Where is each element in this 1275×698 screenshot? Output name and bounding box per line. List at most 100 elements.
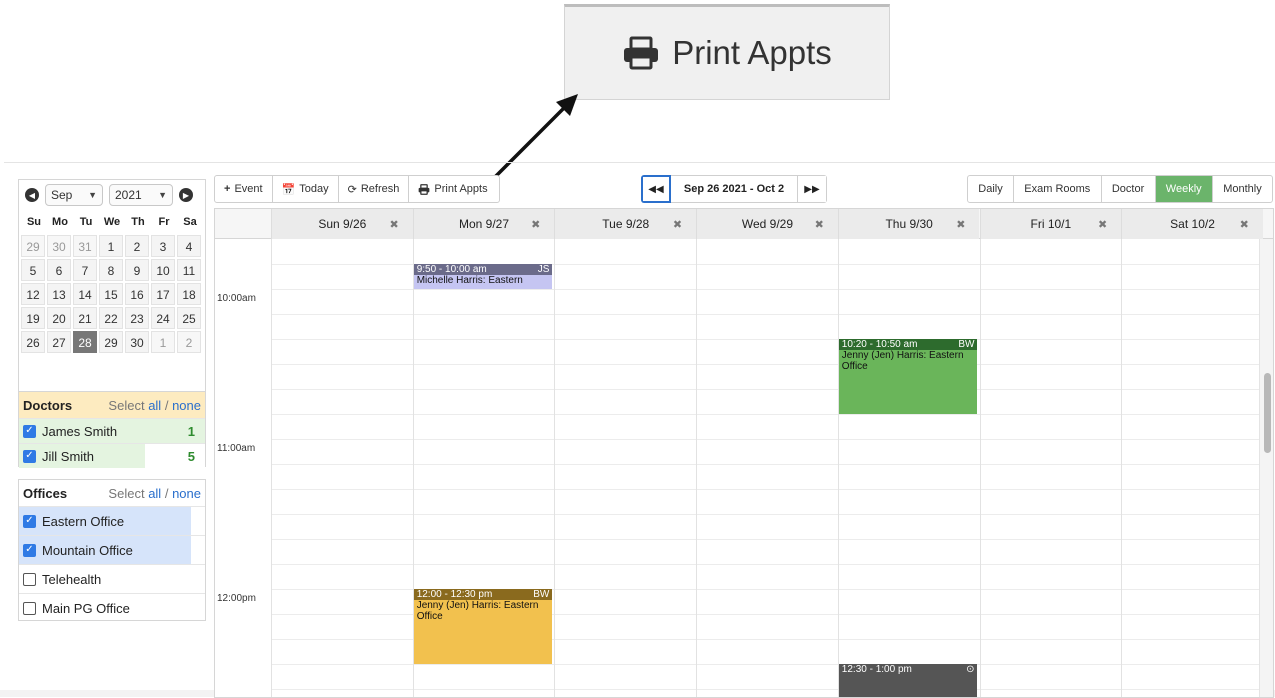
calendar-day[interactable]: 24 xyxy=(151,307,175,329)
calendar-day[interactable]: 27 xyxy=(47,331,71,353)
day-label: Mon 9/27 xyxy=(459,217,510,231)
select-none-link[interactable]: none xyxy=(172,486,201,501)
calendar-day[interactable]: 20 xyxy=(47,307,71,329)
appointment-event[interactable]: 12:00 - 12:30 pm BW Jenny (Jen) Harris: Ea… xyxy=(413,589,553,664)
calendar-day[interactable]: 7 xyxy=(73,259,97,281)
checkbox[interactable] xyxy=(23,572,36,586)
calendar-day[interactable]: 9 xyxy=(125,259,149,281)
checkbox[interactable]: ✓ xyxy=(23,514,36,528)
column-divider xyxy=(1121,239,1123,697)
calendar-day[interactable]: 1 xyxy=(151,331,175,353)
select-all-link[interactable]: all xyxy=(148,398,161,413)
select-all-link[interactable]: all xyxy=(148,486,161,501)
calendar-day[interactable]: 11 xyxy=(177,259,201,281)
day-label: Fri 10/1 xyxy=(1030,217,1072,231)
print-appts-button[interactable]: Print Appts xyxy=(409,176,496,202)
view-tab-doctor[interactable]: Doctor xyxy=(1102,176,1156,202)
appointment-event[interactable]: 9:50 - 10:00 am JS Michelle Harris: Easter… xyxy=(413,264,553,289)
mini-calendar-header: ◀ Sep ▼ 2021 ▼ ▶ xyxy=(19,180,205,210)
calendar-day[interactable]: 23 xyxy=(125,307,149,329)
office-row[interactable]: Main PG Office xyxy=(19,593,205,622)
calendar-day[interactable]: 15 xyxy=(99,283,123,305)
calendar-day[interactable]: 12 xyxy=(21,283,45,305)
calendar-day[interactable]: 17 xyxy=(151,283,175,305)
weekday-label: Th xyxy=(131,216,145,228)
day-column-header[interactable]: Wed 9/29 ✖ xyxy=(696,209,838,239)
close-icon[interactable]: ✖ xyxy=(673,218,682,231)
view-tab-monthly[interactable]: Monthly xyxy=(1213,176,1272,202)
calendar-day[interactable]: 18 xyxy=(177,283,201,305)
calendar-day[interactable]: 19 xyxy=(21,307,45,329)
checkbox[interactable]: ✓ xyxy=(23,424,36,438)
calendar-day[interactable]: 30 xyxy=(125,331,149,353)
close-icon[interactable]: ✖ xyxy=(531,218,540,231)
refresh-icon: ⟳ xyxy=(347,183,357,196)
close-icon[interactable]: ✖ xyxy=(1240,218,1249,231)
week-grid: Sun 9/26 ✖ Mon 9/27 ✖ Tue 9/28 ✖ Wed 9/29 ✖ Thu … xyxy=(214,208,1274,698)
calendar-day[interactable]: 21 xyxy=(73,307,97,329)
vertical-scrollbar[interactable] xyxy=(1259,239,1273,697)
doctors-header: Doctors Select all / none xyxy=(19,392,205,418)
slot-divider xyxy=(271,364,1261,365)
calendar-day[interactable]: 29 xyxy=(21,235,45,257)
year-select[interactable]: 2021 ▼ xyxy=(109,184,173,206)
scrollbar-thumb[interactable] xyxy=(1264,373,1271,453)
view-tab-weekly[interactable]: Weekly xyxy=(1155,176,1213,202)
select-none-link[interactable]: none xyxy=(172,398,201,413)
weekday-header: Su Mo Tu We Th Fr Sa xyxy=(21,216,205,228)
calendar-day[interactable]: 8 xyxy=(99,259,123,281)
calendar-day[interactable]: 10 xyxy=(151,259,175,281)
appointment-event[interactable]: 12:30 - 1:00 pm ⊙ xyxy=(838,664,978,697)
day-column-header[interactable]: Mon 9/27 ✖ xyxy=(412,209,555,239)
calendar-day[interactable]: 28 xyxy=(73,331,97,353)
office-row[interactable]: ✓ Mountain Office xyxy=(19,535,205,564)
print-appts-label: Print Appts xyxy=(434,183,488,195)
calendar-day[interactable]: 29 xyxy=(99,331,123,353)
calendar-day[interactable]: 3 xyxy=(151,235,175,257)
calendar-day[interactable]: 2 xyxy=(125,235,149,257)
appointment-event[interactable]: 10:20 - 10:50 am BW Jenny (Jen) Harris: Ea… xyxy=(838,339,978,414)
prev-week-icon[interactable]: ◀◀ xyxy=(641,175,671,203)
checkbox[interactable]: ✓ xyxy=(23,543,36,557)
month-select[interactable]: Sep ▼ xyxy=(45,184,103,206)
doctor-row[interactable]: ✓ James Smith 1 xyxy=(19,418,205,443)
calendar-day[interactable]: 1 xyxy=(99,235,123,257)
refresh-button[interactable]: ⟳ Refresh xyxy=(339,176,410,202)
add-event-button[interactable]: + Event xyxy=(215,176,273,202)
day-column-header[interactable]: Fri 10/1 ✖ xyxy=(979,209,1122,239)
calendar-day[interactable]: 13 xyxy=(47,283,71,305)
calendar-day[interactable]: 14 xyxy=(73,283,97,305)
doctor-row[interactable]: ✓ Jill Smith 5 xyxy=(19,443,205,468)
view-tab-daily[interactable]: Daily xyxy=(968,176,1014,202)
close-icon[interactable]: ✖ xyxy=(1098,218,1107,231)
calendar-day[interactable]: 22 xyxy=(99,307,123,329)
day-grid: 29 30 31 1 2 3 4 5 6 7 8 9 10 11 12 13 14 15 16 17 18 19 20 21 2… xyxy=(21,235,201,353)
day-column-header[interactable]: Sat 10/2 ✖ xyxy=(1121,209,1263,239)
day-column-header[interactable]: Sun 9/26 ✖ xyxy=(271,209,413,239)
prev-month-icon[interactable]: ◀ xyxy=(25,188,39,202)
checkbox[interactable] xyxy=(23,601,36,615)
calendar-day[interactable]: 31 xyxy=(73,235,97,257)
weekday-label: Su xyxy=(26,216,42,228)
calendar-day[interactable]: 26 xyxy=(21,331,45,353)
office-row[interactable]: ✓ Eastern Office xyxy=(19,506,205,535)
office-row[interactable]: Telehealth xyxy=(19,564,205,593)
calendar-day[interactable]: 25 xyxy=(177,307,201,329)
day-column-header[interactable]: Thu 9/30 ✖ xyxy=(837,209,980,239)
view-tab-exam-rooms[interactable]: Exam Rooms xyxy=(1014,176,1102,202)
calendar-day[interactable]: 30 xyxy=(47,235,71,257)
close-icon[interactable]: ✖ xyxy=(956,218,965,231)
calendar-day[interactable]: 4 xyxy=(177,235,201,257)
slot-divider xyxy=(271,514,1261,515)
calendar-day[interactable]: 5 xyxy=(21,259,45,281)
calendar-day[interactable]: 16 xyxy=(125,283,149,305)
close-icon[interactable]: ✖ xyxy=(815,218,824,231)
close-icon[interactable]: ✖ xyxy=(389,218,398,231)
today-button[interactable]: 📅 Today xyxy=(273,176,339,202)
checkbox[interactable]: ✓ xyxy=(23,449,36,463)
next-month-icon[interactable]: ▶ xyxy=(179,188,193,202)
calendar-day[interactable]: 2 xyxy=(177,331,201,353)
next-week-icon[interactable]: ▶▶ xyxy=(797,175,827,203)
calendar-day[interactable]: 6 xyxy=(47,259,71,281)
day-column-header[interactable]: Tue 9/28 ✖ xyxy=(554,209,697,239)
